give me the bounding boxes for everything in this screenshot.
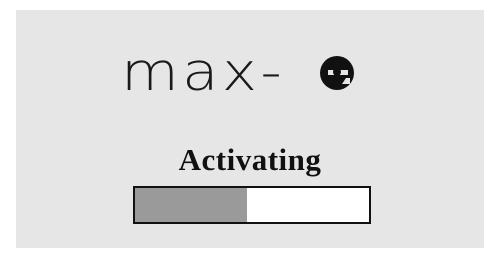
brand-logo: max- [121,43,354,99]
e-logo-icon [320,56,354,90]
activation-progress-fill [135,188,248,222]
brand-logo-text: max- [121,42,286,103]
activation-status-text: Activating [178,142,322,177]
activation-progress-bar [133,186,371,224]
device-screen: max- Activating [16,10,484,248]
